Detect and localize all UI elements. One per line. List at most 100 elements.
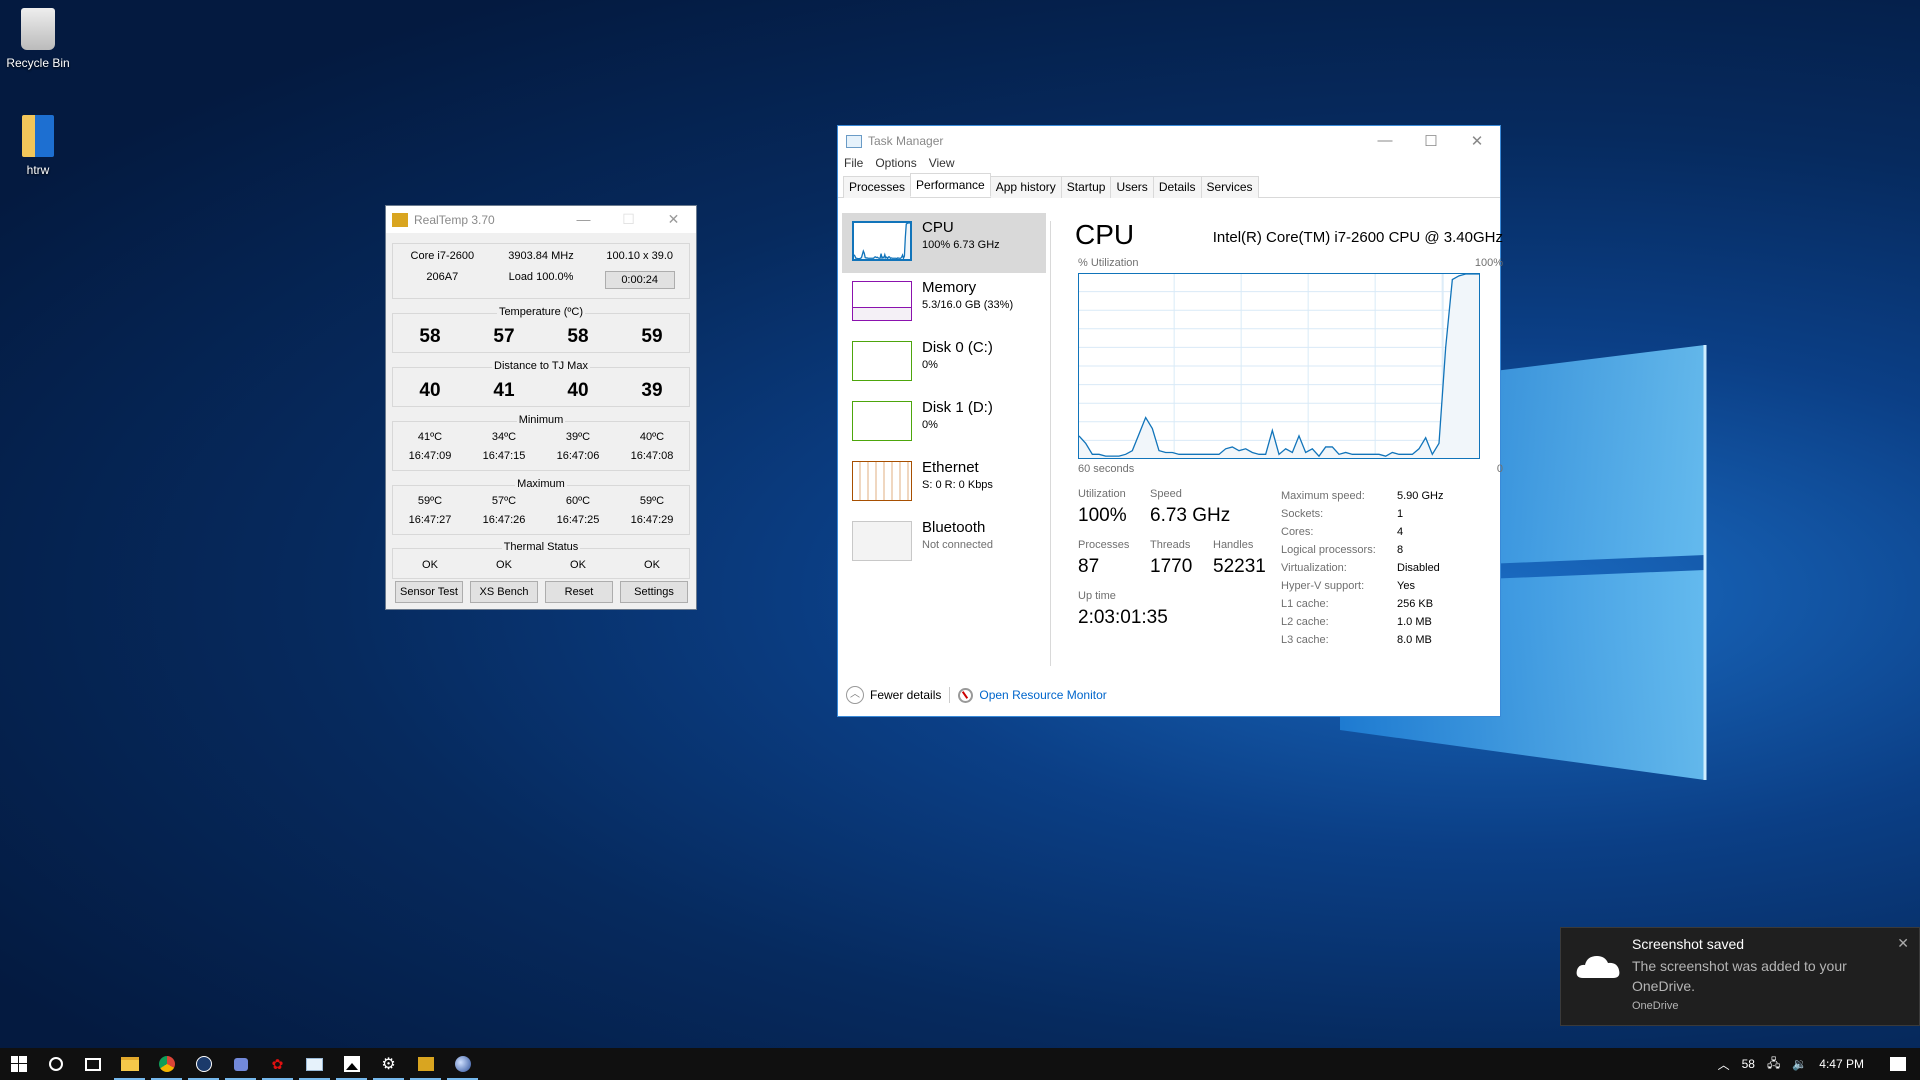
task-manager-title: Task Manager xyxy=(868,134,944,148)
resource-monitor-icon xyxy=(958,687,974,703)
handles-label: Handles xyxy=(1213,539,1254,551)
task-manager-window: Task Manager — ☐ ✕ File Options View Pro… xyxy=(837,125,1503,717)
sensor-test-button[interactable]: Sensor Test xyxy=(395,581,463,603)
settings-icon[interactable]: ⚙ xyxy=(370,1048,407,1080)
close-button[interactable]: ✕ xyxy=(1454,132,1500,150)
minimize-button[interactable]: — xyxy=(561,211,606,228)
tab-startup[interactable]: Startup xyxy=(1060,176,1112,198)
spec-label: L3 cache: xyxy=(1281,634,1329,646)
sidebar-item-label: Disk 1 (D:) xyxy=(922,399,993,416)
disk1-mini-graph xyxy=(852,401,912,441)
spec-row: Cores: 4 xyxy=(1281,526,1481,538)
task-manager-icon xyxy=(846,134,862,148)
spec-row: L2 cache: 1.0 MB xyxy=(1281,616,1481,628)
min-time: 16:47:15 xyxy=(482,450,526,462)
file-explorer-icon[interactable] xyxy=(111,1048,148,1080)
desktop-icon-label: Recycle Bin xyxy=(6,56,70,70)
task-view-icon[interactable] xyxy=(74,1048,111,1080)
clock[interactable]: 4:47 PM xyxy=(1819,1057,1864,1071)
photos-icon[interactable] xyxy=(333,1048,370,1080)
close-icon[interactable]: ✕ xyxy=(1897,935,1909,952)
reset-button[interactable]: Reset xyxy=(545,581,613,603)
sidebar-item-disk1[interactable]: Disk 1 (D:) 0% xyxy=(842,393,1046,453)
tab-details[interactable]: Details xyxy=(1152,176,1202,198)
system-tray: ︿ 58 🖧 🔉 4:47 PM xyxy=(1712,1048,1920,1080)
task-manager-titlebar[interactable]: Task Manager — ☐ ✕ xyxy=(838,126,1500,156)
minimum-group: Minimum 41ºC 34ºC 39ºC 40ºC 16:47:09 16:… xyxy=(392,414,690,471)
spec-label: L1 cache: xyxy=(1281,598,1329,610)
onedrive-cloud-icon xyxy=(1576,956,1620,978)
max-time: 16:47:26 xyxy=(482,514,526,526)
max-time: 16:47:29 xyxy=(630,514,674,526)
core-temp: 58 xyxy=(419,326,441,347)
toast-body: The screenshot was added to your OneDriv… xyxy=(1632,958,1847,994)
sidebar-item-ethernet[interactable]: Ethernet S: 0 R: 0 Kbps xyxy=(842,453,1046,513)
sidebar-item-disk0[interactable]: Disk 0 (C:) 0% xyxy=(842,333,1046,393)
discord-icon[interactable] xyxy=(222,1048,259,1080)
sidebar-item-cpu[interactable]: CPU 100% 6.73 GHz xyxy=(842,213,1046,273)
spec-row: Hyper-V support: Yes xyxy=(1281,580,1481,592)
group-title: Maximum xyxy=(515,478,567,490)
fewer-details-button[interactable]: Fewer details xyxy=(870,688,941,702)
close-button[interactable]: ✕ xyxy=(651,211,696,228)
realtemp-taskbar-icon[interactable] xyxy=(407,1048,444,1080)
core-temp: 58 xyxy=(567,326,589,347)
chevron-up-icon[interactable]: ︿ xyxy=(846,686,864,704)
action-center-icon[interactable] xyxy=(1890,1057,1906,1071)
max-temp: 57ºC xyxy=(491,495,517,507)
xs-bench-button[interactable]: XS Bench xyxy=(470,581,538,603)
uptime-label: Up time xyxy=(1078,590,1116,602)
min-time: 16:47:08 xyxy=(630,450,674,462)
maximize-button[interactable]: ☐ xyxy=(606,211,651,228)
max-time: 16:47:25 xyxy=(556,514,600,526)
open-resource-monitor-link[interactable]: Open Resource Monitor xyxy=(979,688,1106,702)
utilization-value: 100% xyxy=(1078,505,1127,526)
tab-services[interactable]: Services xyxy=(1200,176,1259,198)
spec-label: Logical processors: xyxy=(1281,544,1376,556)
cinema4d-icon[interactable] xyxy=(444,1048,481,1080)
app-red-icon[interactable]: ✿ xyxy=(259,1048,296,1080)
notification-toast[interactable]: Screenshot saved The screenshot was adde… xyxy=(1560,927,1920,1026)
cortana-icon[interactable] xyxy=(37,1048,74,1080)
maximize-button[interactable]: ☐ xyxy=(1408,132,1454,150)
start-icon[interactable] xyxy=(0,1048,37,1080)
volume-icon[interactable]: 🔉 xyxy=(1792,1057,1807,1071)
minimize-button[interactable]: — xyxy=(1362,132,1408,150)
processes-label: Processes xyxy=(1078,539,1130,551)
memory-mini-graph xyxy=(852,281,912,321)
desktop-icon-label: htrw xyxy=(26,163,50,177)
temperature-group: Temperature (ºC) 58 57 58 59 xyxy=(392,306,690,353)
cpu-id: 206A7 xyxy=(426,271,459,283)
task-manager-taskbar-icon[interactable] xyxy=(296,1048,333,1080)
settings-button[interactable]: Settings xyxy=(620,581,688,603)
tab-performance[interactable]: Performance xyxy=(910,173,991,197)
thermal-status: OK xyxy=(422,559,438,571)
timer-button[interactable]: 0:00:24 xyxy=(604,271,675,289)
tab-users[interactable]: Users xyxy=(1110,176,1154,198)
desktop-icon-recycle-bin[interactable]: Recycle Bin xyxy=(0,8,76,70)
group-title: Distance to TJ Max xyxy=(492,360,590,372)
sidebar-item-label: Ethernet xyxy=(922,459,979,476)
desktop-icon-htrw[interactable]: htrw xyxy=(0,115,76,177)
sidebar-item-memory[interactable]: Memory 5.3/16.0 GB (33%) xyxy=(842,273,1046,333)
sidebar-item-bluetooth[interactable]: Bluetooth Not connected xyxy=(842,513,1046,573)
spec-row: L1 cache: 256 KB xyxy=(1281,598,1481,610)
tray-temperature[interactable]: 58 xyxy=(1742,1057,1755,1071)
steam-icon[interactable] xyxy=(185,1048,222,1080)
network-icon[interactable]: 🖧 xyxy=(1767,1054,1780,1075)
menu-file[interactable]: File xyxy=(844,156,863,176)
spec-label: L2 cache: xyxy=(1281,616,1329,628)
spec-value: 8.0 MB xyxy=(1397,634,1432,646)
maximum-group: Maximum 59ºC 57ºC 60ºC 59ºC 16:47:27 16:… xyxy=(392,478,690,535)
chevron-up-icon[interactable]: ︿ xyxy=(1718,1056,1730,1073)
tjmax-distance: 41 xyxy=(493,380,515,401)
performance-sidebar: CPU 100% 6.73 GHz Memory 5.3/16.0 GB (33… xyxy=(842,213,1046,573)
chrome-icon[interactable] xyxy=(148,1048,185,1080)
realtemp-titlebar[interactable]: RealTemp 3.70 — ☐ ✕ xyxy=(386,206,696,233)
tab-app-history[interactable]: App history xyxy=(989,176,1062,198)
sidebar-item-sub: 100% 6.73 GHz xyxy=(922,239,1000,251)
taskbar: ✿ ⚙ ︿ 58 🖧 🔉 4:47 PM xyxy=(0,1048,1920,1080)
min-temp: 39ºC xyxy=(565,431,591,443)
thermal-status: OK xyxy=(570,559,586,571)
tab-processes[interactable]: Processes xyxy=(843,176,912,198)
